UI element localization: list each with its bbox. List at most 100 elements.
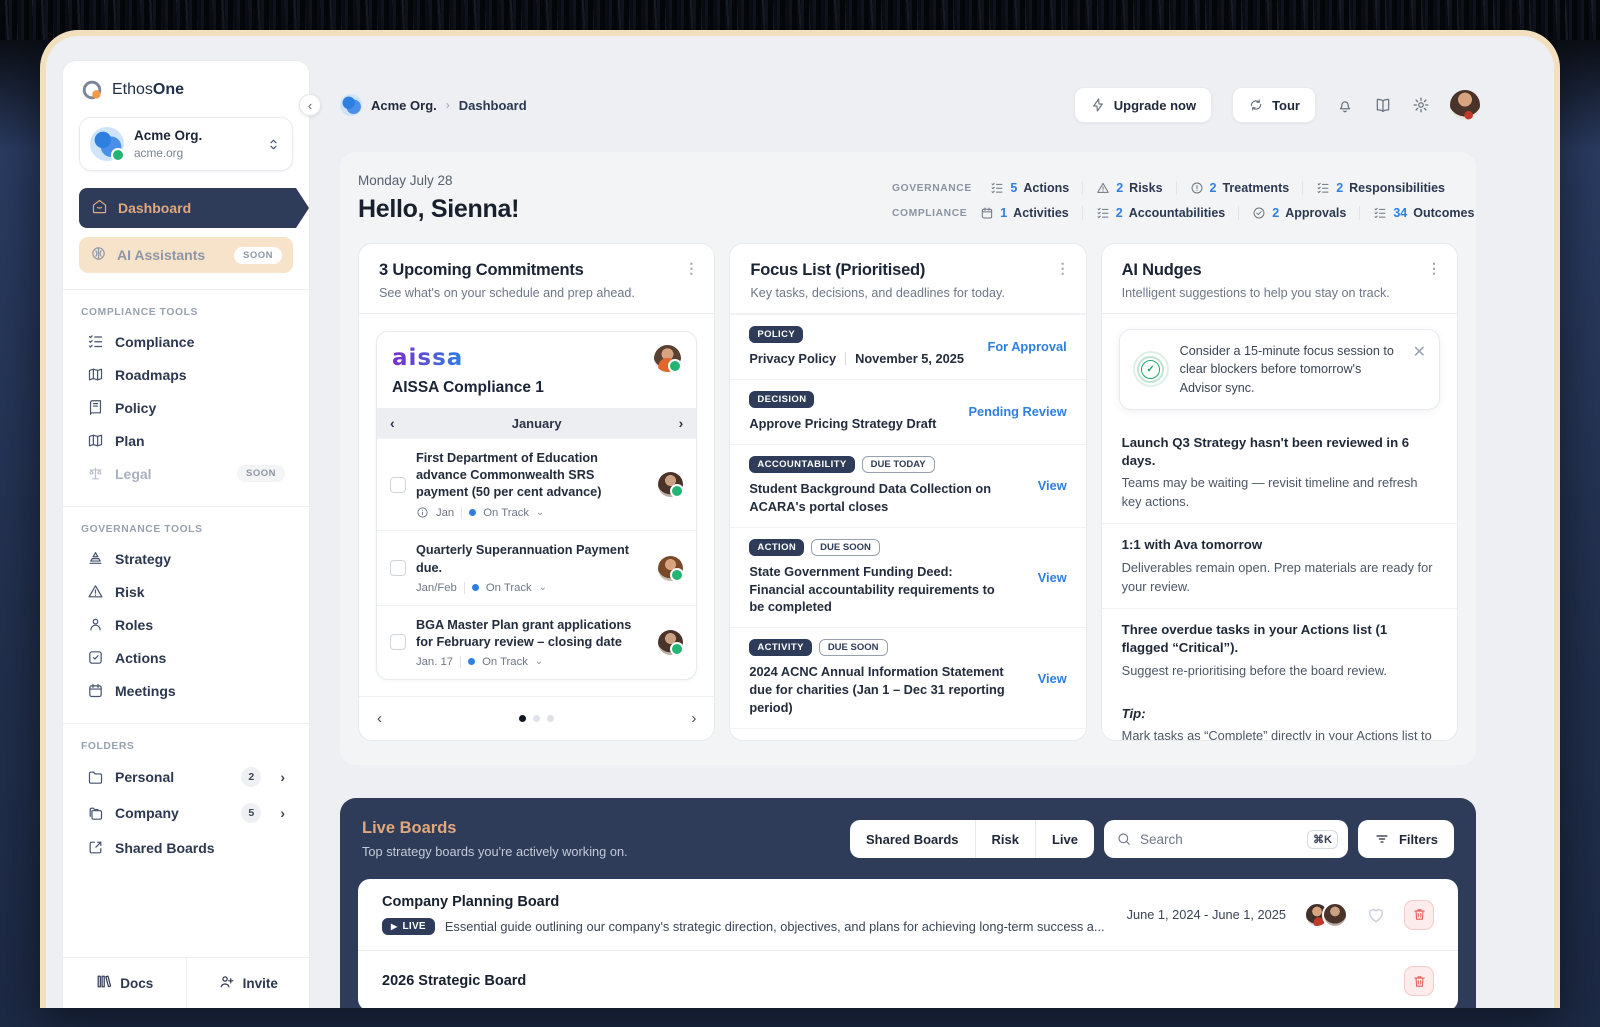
focus-action-link[interactable]: View — [1038, 671, 1067, 686]
org-switcher[interactable]: Acme Org. acme.org — [79, 117, 293, 171]
sidebar-item-dashboard[interactable]: Dashboard — [79, 188, 309, 228]
focus-action-link[interactable]: View — [1038, 570, 1067, 585]
notifications-bell-icon[interactable] — [1336, 96, 1354, 114]
chevron-down-icon[interactable]: ⌄ — [539, 582, 547, 593]
board-name[interactable]: 2026 Strategic Board — [382, 973, 526, 989]
stat-risks[interactable]: 2Risks — [1082, 181, 1175, 195]
board-name: AISSA Compliance 1 — [377, 372, 696, 408]
card-title: 3 Upcoming Commitments — [379, 261, 694, 280]
filters-button[interactable]: Filters — [1358, 820, 1454, 858]
kebab-menu-icon[interactable]: ⋮ — [1056, 260, 1070, 277]
sidebar-item-risk[interactable]: Risk — [79, 575, 293, 608]
sidebar-item-actions[interactable]: Actions — [79, 641, 293, 674]
chevron-right-icon[interactable]: › — [280, 769, 285, 785]
checkbox[interactable] — [390, 634, 406, 650]
tab-shared-boards[interactable]: Shared Boards — [850, 820, 974, 858]
focus-action-link[interactable]: View — [1038, 478, 1067, 493]
member-avatar — [1322, 902, 1348, 928]
map-icon — [87, 366, 104, 383]
aissa-board-preview[interactable]: aissa AISSA Compliance 1 ‹ January › — [376, 331, 697, 680]
stat-approvals[interactable]: 2Approvals — [1238, 206, 1359, 220]
upgrade-button[interactable]: Upgrade now — [1074, 87, 1212, 123]
brain-icon — [90, 245, 107, 265]
tip-label: Tip: — [1122, 705, 1437, 723]
carousel-dots[interactable] — [519, 715, 554, 722]
sidebar-item-plan[interactable]: Plan — [79, 424, 293, 457]
stat-actions[interactable]: 5Actions — [977, 181, 1082, 195]
status-label[interactable]: On Track — [482, 656, 528, 668]
board-row[interactable]: Company Planning Board ▶LIVE Essential g… — [358, 879, 1458, 950]
breadcrumb-page[interactable]: Dashboard — [459, 98, 527, 113]
checkbox[interactable] — [390, 477, 406, 493]
carousel-controls: ‹ › — [359, 696, 714, 740]
sidebar-item-strategy[interactable]: Strategy — [79, 542, 293, 575]
chevron-down-icon[interactable]: ⌄ — [535, 656, 543, 667]
org-avatar-small — [340, 94, 362, 116]
sidebar-item-meetings[interactable]: Meetings — [79, 674, 293, 707]
card-subtitle: Key tasks, decisions, and deadlines for … — [750, 286, 1065, 300]
status-label[interactable]: On Track — [483, 507, 529, 519]
invite-button[interactable]: Invite — [186, 958, 310, 1008]
sidebar-item-personal-folder[interactable]: Personal 2 › — [79, 759, 293, 795]
carousel-next-icon[interactable]: › — [691, 710, 696, 727]
tour-button[interactable]: Tour — [1232, 87, 1316, 123]
tab-risk[interactable]: Risk — [975, 820, 1035, 858]
section-subtitle: Top strategy boards you're actively work… — [362, 844, 628, 859]
board-name[interactable]: Company Planning Board — [382, 894, 1105, 910]
status-label[interactable]: On Track — [486, 582, 532, 594]
docs-button[interactable]: Docs — [63, 958, 186, 1008]
sidebar-item-company-folder[interactable]: Company 5 › — [79, 795, 293, 831]
check-circle-icon — [1252, 206, 1266, 220]
nudge-item: Three overdue tasks in your Actions list… — [1102, 608, 1457, 692]
sidebar-item-ai-assistants[interactable]: AI Assistants SOON — [79, 237, 293, 273]
breadcrumb-org[interactable]: Acme Org. — [371, 98, 437, 113]
sidebar-collapse-button[interactable]: ‹ — [299, 94, 321, 116]
docs-label: Docs — [120, 976, 153, 991]
kebab-menu-icon[interactable]: ⋮ — [1427, 260, 1441, 277]
chevron-left-icon[interactable]: ‹ — [390, 415, 395, 431]
favorite-heart-icon[interactable] — [1366, 905, 1386, 925]
stat-outcomes[interactable]: 34Outcomes — [1359, 206, 1487, 220]
settings-gear-icon[interactable] — [1412, 96, 1430, 114]
carousel-prev-icon[interactable]: ‹ — [377, 710, 382, 727]
governance-stats-row: GOVERNANCE 5Actions 2Risks — [892, 181, 1458, 195]
ai-nudges-card: AI Nudges Intelligent suggestions to hel… — [1101, 243, 1458, 741]
chevron-down-icon[interactable]: ⌄ — [536, 507, 544, 518]
live-boards-panel: Live Boards Top strategy boards you're a… — [340, 798, 1476, 1008]
calendar-icon — [87, 682, 104, 699]
stat-activities[interactable]: 1Activities — [967, 206, 1082, 220]
brand-name-bold: One — [153, 81, 184, 98]
focus-action-link[interactable]: For Approval — [988, 339, 1067, 354]
delete-trash-icon[interactable] — [1404, 966, 1434, 996]
focus-action-link[interactable]: Pending Review — [969, 404, 1067, 419]
sidebar-item-roles[interactable]: Roles — [79, 608, 293, 641]
sidebar-item-shared-boards[interactable]: Shared Boards — [79, 831, 293, 864]
checklist-icon — [1373, 206, 1387, 220]
soon-badge: SOON — [237, 465, 285, 482]
stat-accountabilities[interactable]: 2Accountabilities — [1082, 206, 1239, 220]
docs-book-icon[interactable] — [1374, 96, 1392, 114]
search-input[interactable] — [1140, 832, 1299, 847]
user-avatar[interactable] — [1450, 90, 1480, 120]
checkbox[interactable] — [390, 560, 406, 576]
sidebar: EthosOne Acme Org. acme.org Dashboard AI… — [62, 60, 310, 1008]
stat-responsibilities[interactable]: 2Responsibilities — [1302, 181, 1458, 195]
delete-trash-icon[interactable] — [1404, 900, 1434, 930]
status-dot — [468, 658, 475, 665]
tab-live[interactable]: Live — [1035, 820, 1094, 858]
sidebar-item-label: Shared Boards — [115, 840, 215, 856]
board-row[interactable]: 2026 Strategic Board — [358, 950, 1458, 1008]
sidebar-item-legal[interactable]: Legal SOON — [79, 457, 293, 490]
chevron-right-icon[interactable]: › — [679, 415, 684, 431]
sidebar-item-roadmaps[interactable]: Roadmaps — [79, 358, 293, 391]
sidebar-item-policy[interactable]: Policy — [79, 391, 293, 424]
close-icon[interactable]: ✕ — [1413, 342, 1426, 362]
sidebar-item-compliance[interactable]: Compliance — [79, 325, 293, 358]
callout-text: Consider a 15-minute focus session to cl… — [1180, 342, 1402, 397]
folder-count-badge: 2 — [241, 767, 261, 787]
check-square-icon — [87, 649, 104, 666]
stat-treatments[interactable]: 2Treatments — [1176, 181, 1303, 195]
chevron-right-icon[interactable]: › — [280, 805, 285, 821]
person-plus-icon — [218, 973, 235, 993]
kebab-menu-icon[interactable]: ⋮ — [684, 260, 698, 277]
